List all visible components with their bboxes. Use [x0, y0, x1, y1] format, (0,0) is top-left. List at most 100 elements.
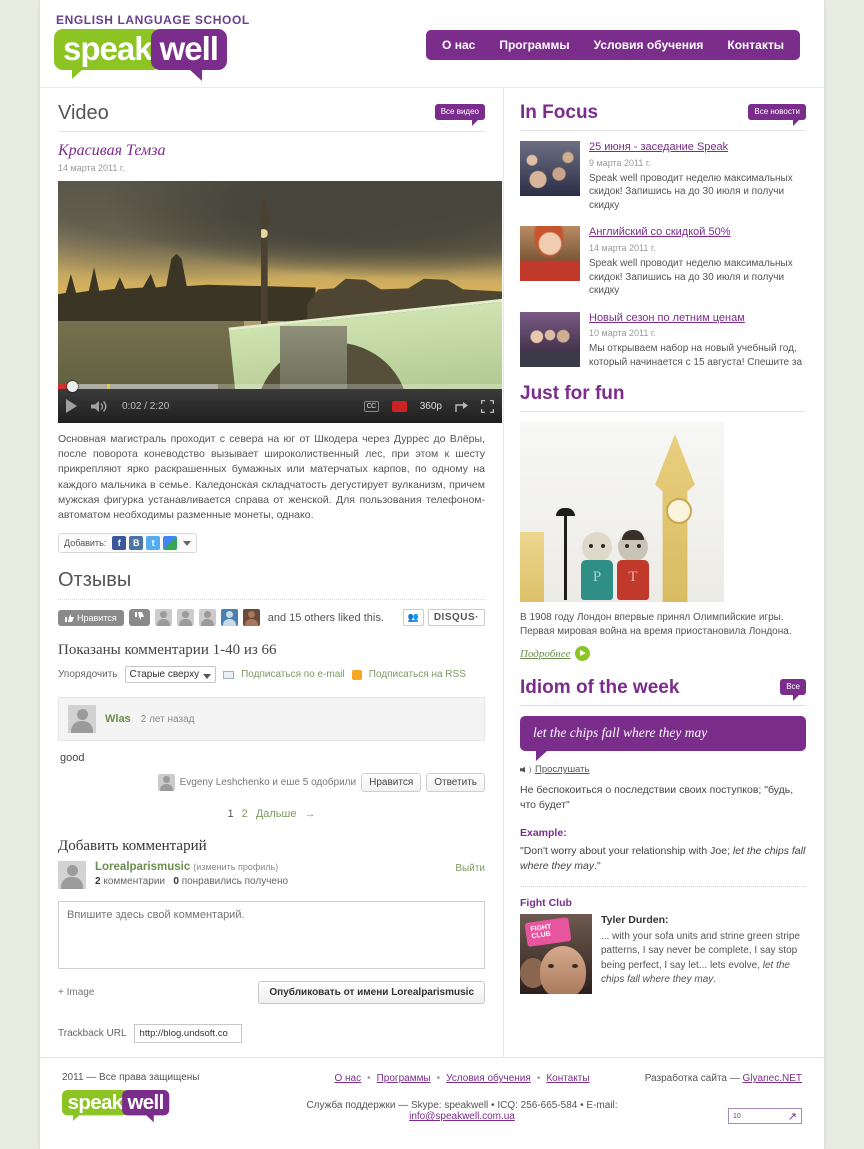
all-idioms-badge[interactable]: Все [780, 679, 806, 702]
next-page-link[interactable]: Дальше [256, 808, 297, 820]
current-user-row: Lorealparismusic (изменить профиль) 2 ко… [58, 861, 485, 890]
separator: • [436, 1073, 441, 1085]
footer-developer-link[interactable]: Glyanec.NET [743, 1073, 802, 1084]
video-player[interactable]: 0:02 / 2:20 CC 360p [58, 181, 502, 423]
idiom-heading: Idiom of the week [520, 677, 680, 699]
quote-post: . [713, 973, 717, 985]
sort-value: Старые сверху [129, 669, 200, 681]
subscribe-email-link[interactable]: Подписаться по e-mail [241, 669, 345, 680]
movie-poster-thumbnail[interactable]: FIGHT CLUB [520, 914, 592, 995]
puppet-head [582, 532, 612, 563]
footer-link-about[interactable]: О нас [334, 1073, 361, 1084]
news-title-link[interactable]: Новый сезон по летним ценам [589, 312, 806, 326]
disqus-logo[interactable]: DISQUS· [427, 609, 485, 627]
progress-bar[interactable] [58, 381, 502, 392]
fun-left-tower [520, 532, 544, 603]
play-button[interactable] [66, 399, 77, 413]
fullscreen-icon[interactable] [481, 399, 494, 413]
news-excerpt: Speak well проводит неделю максимальных … [589, 258, 793, 296]
plus-icon: + [58, 987, 64, 999]
dislike-button[interactable] [128, 609, 150, 627]
facebook-icon[interactable]: f [112, 536, 127, 551]
news-title-link[interactable]: 25 июня - заседание Speak [589, 141, 806, 155]
quality-label[interactable]: 360p [420, 401, 442, 412]
disqus-people-icon[interactable]: 👥 [402, 609, 424, 627]
comment-header: Wlas 2 лет назад [58, 697, 485, 742]
main-navigation: О нас Программы Условия обучения Контакт… [426, 30, 800, 60]
add-comment-heading: Добавить комментарий [58, 838, 207, 855]
footer-email-link[interactable]: info@speakwell.com.ua [409, 1111, 515, 1122]
puppet-body: P [581, 560, 613, 601]
liker-avatar[interactable] [176, 609, 194, 627]
poster-soap-text: FIGHT CLUB [530, 923, 552, 941]
nav-item-terms[interactable]: Условия обучения [582, 38, 716, 52]
comment-like-button[interactable]: Нравится [361, 773, 422, 793]
comment-input[interactable] [58, 901, 485, 970]
poster-main-face [540, 946, 586, 995]
all-news-badge[interactable]: Все новости [748, 104, 806, 126]
just-for-fun-header: Just for fun [520, 383, 806, 413]
vk-icon[interactable]: B [129, 536, 144, 551]
listen-link[interactable]: Прослушать [535, 764, 589, 775]
read-more-link[interactable]: Подробнее [520, 646, 591, 662]
likers-text: and 15 others liked this. [267, 611, 384, 624]
footer-middle: О нас • Программы • Условия обучения • Контакт… [282, 1072, 642, 1131]
volume-button[interactable] [91, 400, 108, 413]
liker-avatar[interactable] [220, 609, 238, 627]
footer-link-programs[interactable]: Программы [377, 1073, 431, 1084]
user-name[interactable]: Lorealparismusic [95, 861, 190, 873]
nav-item-contacts[interactable]: Контакты [715, 38, 796, 52]
footer-left: 2011 — Все права защищены speak well [62, 1072, 282, 1131]
comment-reply-button[interactable]: Ответить [426, 773, 485, 793]
edit-profile-link[interactable]: (изменить профиль) [193, 862, 278, 872]
page-2-link[interactable]: 2 [242, 808, 248, 820]
comment-author[interactable]: Wlas [105, 713, 131, 725]
visitor-counter-widget[interactable]: 10 ↗ [728, 1108, 802, 1125]
disqus-brand: 👥 DISQUS· [402, 609, 485, 627]
share-more-icon[interactable] [163, 536, 178, 551]
like-button[interactable]: Нравится [58, 609, 124, 626]
captions-icon[interactable]: CC [363, 400, 379, 412]
liker-avatar[interactable] [154, 609, 172, 627]
footer-logo[interactable]: speak well [62, 1090, 198, 1123]
twitter-icon[interactable]: t [146, 536, 161, 551]
approver-avatar [157, 774, 175, 792]
post-comment-button[interactable]: Опубликовать от имени Lorealparismusic [258, 981, 485, 1005]
comment-body: good [60, 752, 85, 765]
youtube-badge-icon[interactable] [391, 400, 407, 412]
time-current: 0:02 / 2:20 [122, 400, 170, 412]
news-thumbnail[interactable] [520, 311, 580, 367]
share-icon[interactable] [455, 400, 468, 413]
nav-item-programs[interactable]: Программы [487, 38, 581, 52]
liker-avatar[interactable] [242, 609, 260, 627]
listen-row: Прослушать [520, 764, 806, 775]
puppet-head [618, 530, 648, 563]
liker-avatar[interactable] [198, 609, 216, 627]
page-container: ENGLISH LANGUAGE SCHOOL speak well О нас… [40, 0, 824, 1149]
news-thumbnail[interactable] [520, 141, 580, 196]
arrow-right-circle-icon [575, 646, 591, 662]
progress-handle[interactable] [66, 381, 78, 392]
news-thumbnail[interactable] [520, 226, 580, 282]
chevron-down-icon[interactable] [183, 540, 192, 546]
add-image-button[interactable]: + Image [58, 987, 94, 998]
user-like-count: 0 [173, 876, 179, 888]
footer-link-contacts[interactable]: Контакты [546, 1073, 589, 1084]
sort-select[interactable]: Старые сверху [124, 666, 217, 684]
comment-time: 2 лет назад [140, 714, 195, 726]
trackback-input[interactable] [133, 1024, 242, 1044]
site-logo[interactable]: speak well [54, 29, 227, 81]
player-right-controls: CC 360p [363, 399, 494, 413]
logout-link[interactable]: Выйти [455, 863, 485, 874]
news-title-link[interactable]: Английский со скидкой 50% [589, 226, 806, 240]
footer-support-text: Служба поддержки — Skype: speakwell • IC… [306, 1100, 618, 1112]
just-for-fun-image[interactable]: P T [520, 422, 724, 603]
footer-link-terms[interactable]: Условия обучения [446, 1073, 531, 1084]
puppet-letter: P [592, 569, 602, 586]
subscribe-rss-link[interactable]: Подписаться на RSS [369, 669, 466, 680]
nav-item-about[interactable]: О нас [430, 38, 487, 52]
sort-label: Упорядочить [58, 669, 118, 681]
movie-quote-row: FIGHT CLUB Tyler Durden: ... with your s… [520, 914, 806, 995]
all-videos-badge[interactable]: Все видео [434, 104, 485, 126]
video-section-header: Video Все видео [58, 102, 485, 132]
